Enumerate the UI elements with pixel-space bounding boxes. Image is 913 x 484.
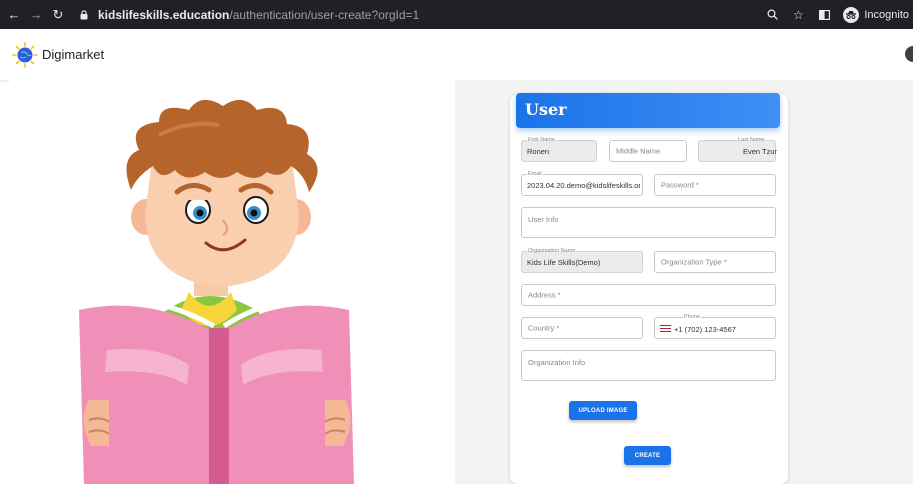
organization-name-label: Organization Name: [527, 247, 577, 255]
last-name-value: Even Tzur: [743, 147, 778, 156]
form-title: User: [525, 100, 567, 119]
phone-field[interactable]: Phone +1 (702) 123-4567: [654, 313, 776, 339]
sidepanel-icon[interactable]: [817, 8, 831, 22]
bookmark-star-icon[interactable]: ☆: [791, 8, 805, 22]
organization-info-placeholder: Organization Info: [528, 358, 586, 367]
create-button[interactable]: CREATE: [624, 446, 671, 465]
brand-name: Digimarket: [42, 47, 105, 62]
account-avatar[interactable]: [905, 46, 913, 62]
incognito-indicator[interactable]: Incognito: [843, 6, 909, 23]
back-icon[interactable]: ←: [6, 7, 22, 23]
first-name-field[interactable]: First Name Ronen: [521, 136, 597, 162]
password-field[interactable]: Password *: [654, 174, 776, 196]
reload-icon[interactable]: ↻: [50, 7, 66, 23]
email-field[interactable]: Email 2023.04.20.demo@kidslifeskills.org: [521, 170, 643, 196]
address-field[interactable]: Address *: [521, 284, 776, 306]
lock-icon: [80, 9, 90, 20]
us-flag-icon[interactable]: [660, 325, 671, 333]
first-name-value: Ronen: [527, 147, 550, 156]
browser-toolbar: ← → ↻ kidslifeskills.education/authentic…: [0, 0, 913, 29]
organization-name-field[interactable]: Organization Name Kids Life Skills(Demo): [521, 247, 643, 273]
incognito-label: Incognito: [864, 8, 909, 21]
organization-name-value: Kids Life Skills(Demo): [527, 258, 601, 267]
url-path: /authentication/user-create?orgId=1: [229, 7, 420, 22]
last-name-label: Last Name: [737, 136, 766, 144]
hero-illustration: [9, 80, 455, 484]
zoom-icon[interactable]: [765, 8, 779, 22]
upload-image-button[interactable]: UPLOAD IMAGE: [569, 401, 637, 420]
address-placeholder: Address *: [528, 290, 561, 300]
phone-value: +1 (702) 123-4567: [674, 325, 736, 334]
country-placeholder: Country *: [528, 323, 560, 333]
user-info-field[interactable]: User Info: [521, 207, 776, 238]
email-label: Email: [527, 170, 543, 178]
organization-type-field[interactable]: Organization Type *: [654, 251, 776, 273]
user-form-card: User First Name Ronen Middle Name Last N…: [510, 93, 788, 484]
form-panel: User First Name Ronen Middle Name Last N…: [455, 80, 913, 484]
middle-name-placeholder: Middle Name: [616, 146, 661, 156]
email-value: 2023.04.20.demo@kidslifeskills.org: [527, 181, 640, 190]
user-info-placeholder: User Info: [528, 215, 559, 224]
app-header: Digimarket: [0, 29, 913, 80]
incognito-icon: [843, 6, 860, 23]
first-name-label: First Name: [527, 136, 556, 144]
middle-name-field[interactable]: Middle Name: [609, 140, 687, 162]
last-name-field[interactable]: Last Name Even Tzur: [698, 136, 778, 162]
boy-reading-book-image: [79, 99, 354, 484]
organization-type-placeholder: Organization Type *: [661, 257, 727, 267]
phone-label: Phone: [683, 313, 701, 321]
country-field[interactable]: Country *: [521, 317, 643, 339]
url-domain: kidslifeskills.education: [98, 7, 230, 22]
address-bar[interactable]: kidslifeskills.education/authentication/…: [80, 5, 792, 24]
digimarket-logo[interactable]: [12, 41, 38, 68]
forward-icon[interactable]: →: [28, 7, 44, 23]
card-header: User: [516, 93, 780, 128]
organization-info-field[interactable]: Organization Info: [521, 350, 776, 381]
password-placeholder: Password *: [661, 180, 699, 190]
